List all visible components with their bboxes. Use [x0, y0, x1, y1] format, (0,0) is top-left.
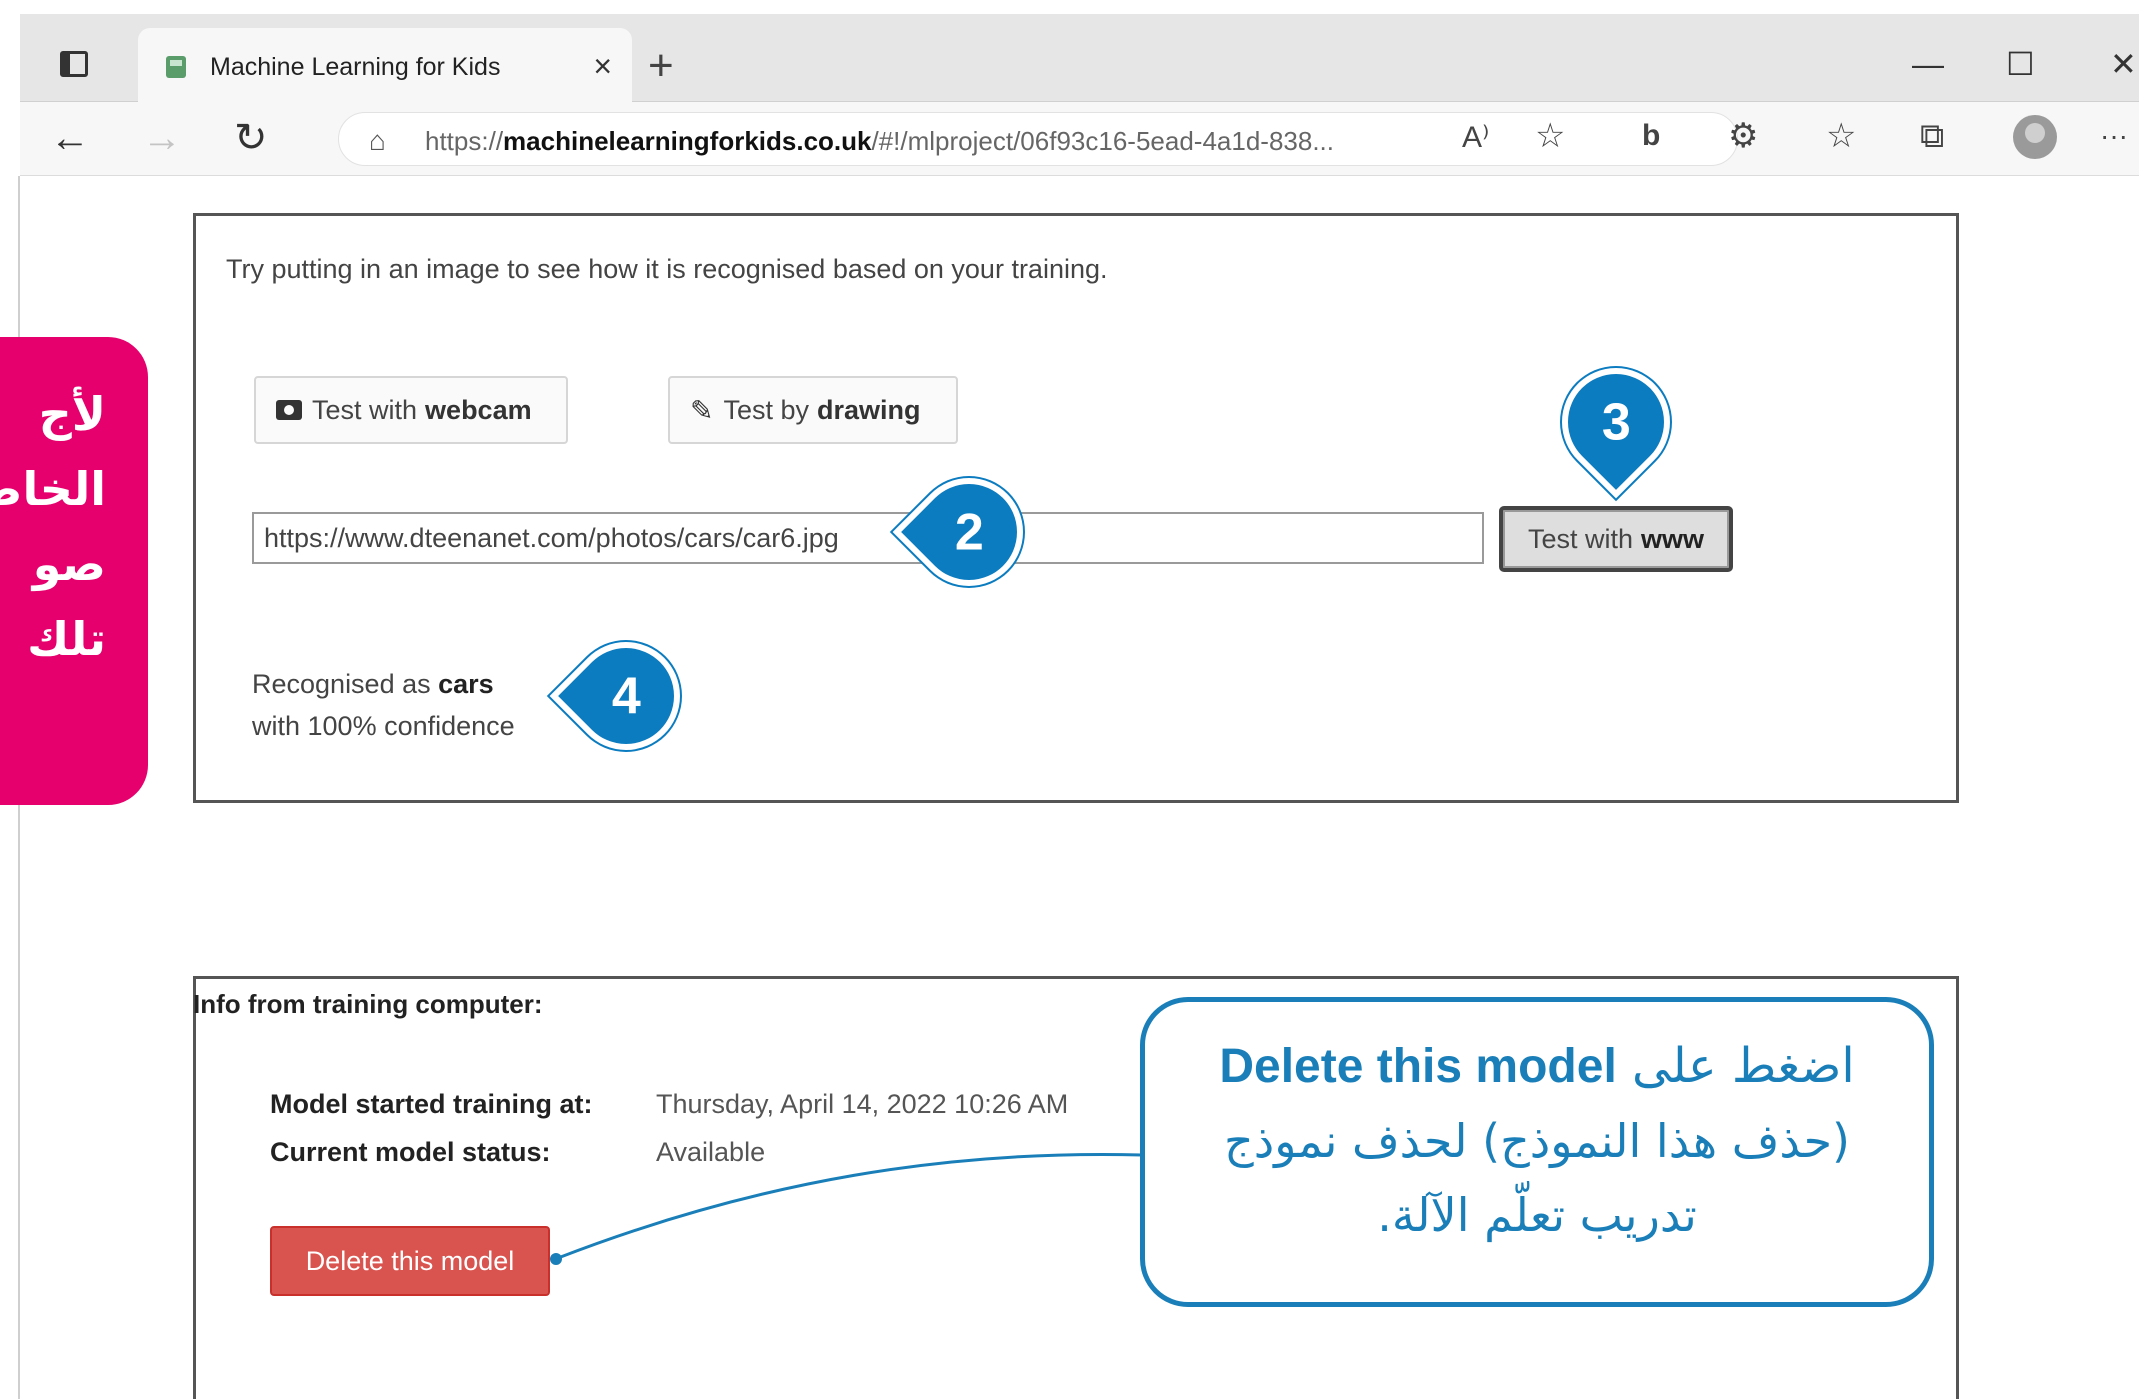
annotation-line-3: تدريب تعلّم الآلة.	[1377, 1188, 1697, 1242]
delete-annotation-callout: Delete this model اضغط على (حذف هذا النم…	[1140, 997, 1934, 1307]
annotation-line-1: Delete this model اضغط على	[1219, 1038, 1855, 1094]
annotation-line-2: (حذف هذا النموذج) لحذف نموذج	[1224, 1114, 1850, 1168]
